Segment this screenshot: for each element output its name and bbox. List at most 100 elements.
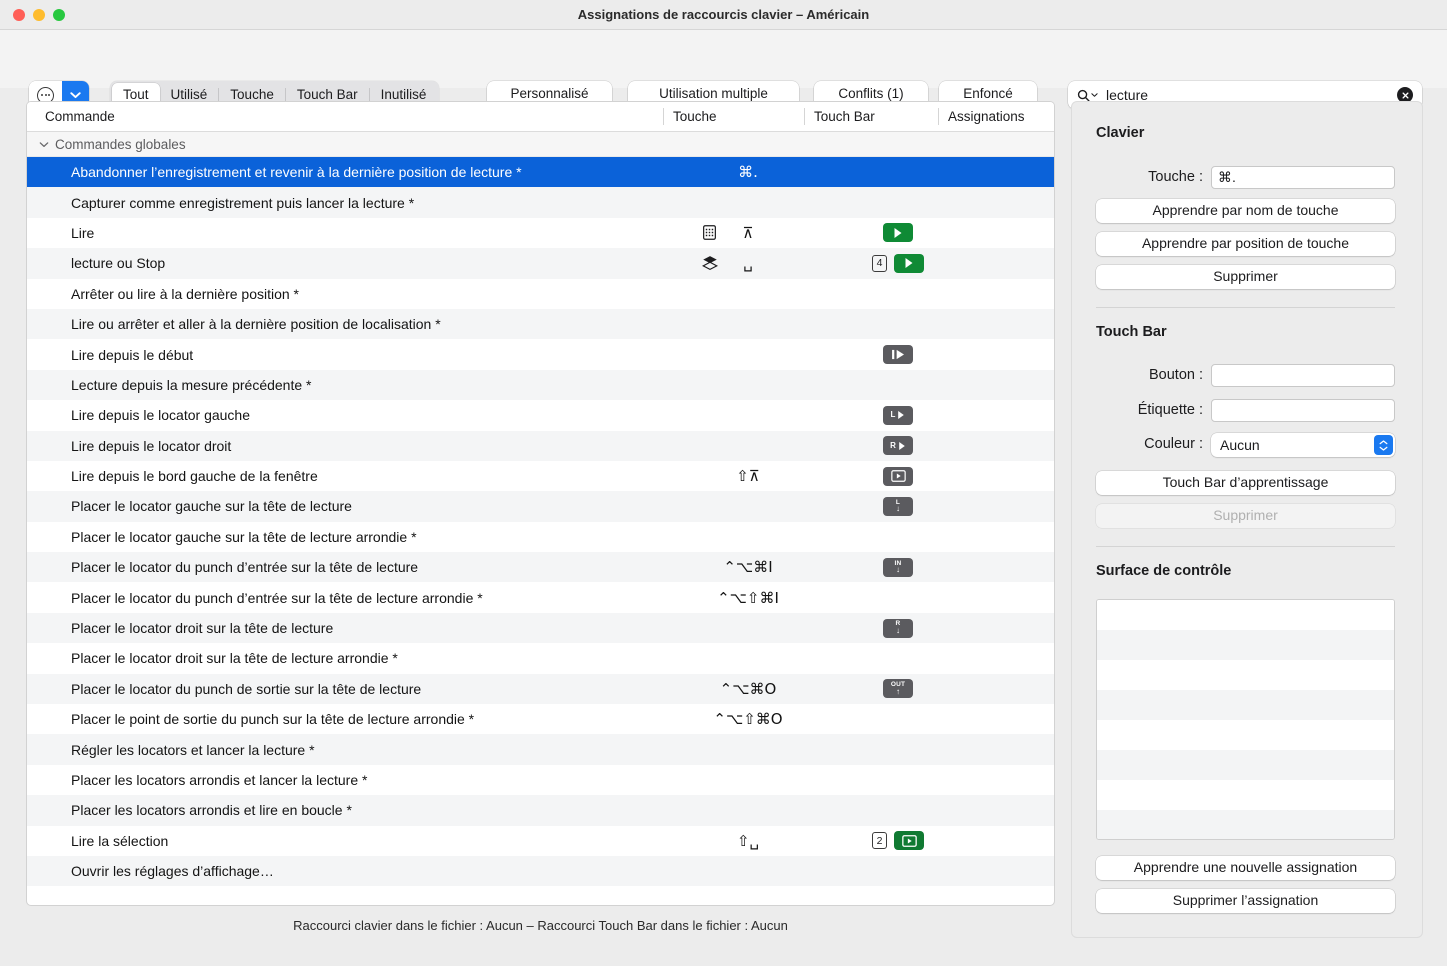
bouton-field[interactable] (1211, 364, 1395, 387)
table-row[interactable]: Lire ou arrêter et aller à la dernière p… (27, 309, 1054, 339)
label-etiquette: Étiquette : (1072, 402, 1203, 418)
row-touchbar-cell[interactable]: L↓ (831, 497, 965, 516)
row-touche-cell[interactable]: ⌃⌥⇧⌘I (664, 589, 832, 607)
row-touchbar-cell[interactable] (831, 467, 965, 486)
touche-field[interactable]: ⌘. (1211, 166, 1395, 189)
learn-touch-bar-button[interactable]: Touch Bar d’apprentissage (1096, 471, 1395, 495)
table-row[interactable]: Placer le locator gauche sur la tête de … (27, 522, 1054, 552)
control-surface-row[interactable] (1097, 780, 1394, 810)
column-header-commande[interactable]: Commande (45, 102, 115, 131)
table-row[interactable]: Placer le locator droit sur la tête de l… (27, 643, 1054, 673)
table-row[interactable]: Placer les locators arrondis et lancer l… (27, 765, 1054, 795)
touch-bar-chip[interactable]: R (883, 436, 913, 455)
row-command-label: Lire la sélection (71, 833, 168, 849)
row-command-label: Placer le locator gauche sur la tête de … (71, 498, 352, 514)
control-surface-row[interactable] (1097, 720, 1394, 750)
touch-bar-chip[interactable]: L↓ (883, 497, 913, 516)
table-row[interactable]: Placer le locator gauche sur la tête de … (27, 491, 1054, 521)
control-surface-row[interactable] (1097, 750, 1394, 780)
table-row[interactable]: Lire depuis le début (27, 339, 1054, 369)
table-row[interactable]: Arrêter ou lire à la dernière position * (27, 279, 1054, 309)
table-row[interactable]: Lecture depuis la mesure précédente * (27, 370, 1054, 400)
learn-by-key-position-button[interactable]: Apprendre par position de touche (1096, 232, 1395, 256)
row-command-label: Placer les locators arrondis et lancer l… (71, 772, 367, 788)
row-touche-cell[interactable]: ⌃⌥⇧⌘O (664, 710, 832, 728)
row-touche-cell[interactable]: ⌃⌥⌘I (664, 558, 832, 576)
learn-new-assignment-button[interactable]: Apprendre une nouvelle assignation (1096, 856, 1395, 880)
control-surface-row[interactable] (1097, 690, 1394, 720)
row-touche-cell[interactable]: ⌃⌥⌘O (664, 680, 832, 698)
table-row[interactable]: Capturer comme enregistrement puis lance… (27, 187, 1054, 217)
chevron-updown-icon[interactable] (1374, 435, 1393, 455)
column-divider[interactable] (804, 108, 805, 125)
row-command-label: Placer le locator du punch d’entrée sur … (71, 590, 483, 606)
column-divider[interactable] (663, 108, 664, 125)
touch-bar-chip[interactable]: IN↓ (883, 558, 913, 577)
touch-bar-chip[interactable] (883, 467, 913, 486)
column-header-assignations[interactable]: Assignations (948, 102, 1025, 131)
row-touchbar-cell[interactable]: IN↓ (831, 558, 965, 577)
couleur-popup-button[interactable]: Aucun (1211, 433, 1395, 457)
table-row[interactable]: Abandonner l’enregistrement et revenir à… (27, 157, 1054, 187)
table-row[interactable]: Placer le locator du punch d’entrée sur … (27, 552, 1054, 582)
shortcut-assignments-window: Assignations de raccourcis clavier – Amé… (0, 0, 1447, 966)
column-divider[interactable] (938, 108, 939, 125)
row-touche-cell[interactable]: ⇧␣ (664, 832, 832, 850)
control-surface-row[interactable] (1097, 660, 1394, 690)
green-window-play-chip[interactable] (894, 831, 924, 850)
control-surface-row[interactable] (1097, 810, 1394, 840)
touch-bar-chip[interactable]: R↓ (883, 619, 913, 638)
table-row[interactable]: lecture ou Stop ␣ 4 (27, 248, 1054, 278)
delete-assignment-button[interactable]: Supprimer l’assignation (1096, 889, 1395, 913)
table-row[interactable]: Placer le locator droit sur la tête de l… (27, 613, 1054, 643)
search-icon (1077, 89, 1098, 102)
row-command-label: Placer le locator du punch de sortie sur… (71, 681, 421, 697)
chevron-down-icon (1091, 92, 1098, 98)
column-header-touch-bar[interactable]: Touch Bar (814, 102, 875, 131)
green-play-chip[interactable] (883, 223, 913, 242)
row-touchbar-cell[interactable] (831, 223, 965, 242)
row-touchbar-cell[interactable]: 4 (831, 254, 965, 273)
row-command-label: lecture ou Stop (71, 255, 165, 271)
row-touchbar-cell[interactable]: L (831, 406, 965, 425)
touch-bar-chip[interactable]: L (883, 406, 913, 425)
row-touchbar-cell[interactable]: 2 (831, 831, 965, 850)
table-row[interactable]: Placer le point de sortie du punch sur l… (27, 704, 1054, 734)
group-label: Commandes globales (55, 132, 186, 157)
row-touchbar-cell[interactable] (831, 345, 965, 364)
table-row[interactable]: Ouvrir les réglages d’affichage… (27, 856, 1054, 886)
table-row[interactable]: Lire⊼ (27, 218, 1054, 248)
column-header-touche[interactable]: Touche (673, 102, 717, 131)
title-bar: Assignations de raccourcis clavier – Amé… (0, 0, 1447, 30)
assignment-count-badge: 4 (872, 255, 887, 272)
row-touche-cell[interactable]: ⌘. (664, 163, 832, 181)
control-surface-row[interactable] (1097, 600, 1394, 630)
row-touche-cell[interactable]: ⊼ (664, 224, 832, 242)
table-row[interactable]: Placer le locator du punch de sortie sur… (27, 674, 1054, 704)
table-row[interactable]: Lire la sélection ⇧␣2 (27, 826, 1054, 856)
table-row[interactable]: Lire depuis le locator droitR (27, 431, 1054, 461)
row-touchbar-cell[interactable]: OUT↑ (831, 679, 965, 698)
shortcuts-table: Commande Touche Touch Bar Assignations C… (26, 101, 1055, 906)
control-surface-row[interactable] (1097, 630, 1394, 660)
table-row[interactable]: Placer les locators arrondis et lire en … (27, 795, 1054, 825)
control-surface-list[interactable] (1096, 599, 1395, 840)
table-row[interactable]: Placer le locator du punch d’entrée sur … (27, 582, 1054, 612)
touch-bar-chip[interactable] (883, 345, 913, 364)
chevron-down-icon[interactable] (37, 141, 51, 148)
row-command-label: Lire ou arrêter et aller à la dernière p… (71, 316, 441, 332)
table-group-header[interactable]: Commandes globales (27, 132, 1054, 157)
row-command-label: Placer le locator droit sur la tête de l… (71, 620, 333, 636)
table-row[interactable]: Lire depuis le locator gaucheL (27, 400, 1054, 430)
row-touchbar-cell[interactable]: R↓ (831, 619, 965, 638)
learn-by-key-name-button[interactable]: Apprendre par nom de touche (1096, 199, 1395, 223)
table-row[interactable]: Régler les locators et lancer la lecture… (27, 734, 1054, 764)
table-row[interactable]: Lire depuis le bord gauche de la fenêtre… (27, 461, 1054, 491)
delete-keyboard-shortcut-button[interactable]: Supprimer (1096, 265, 1395, 289)
row-touche-cell[interactable]: ␣ (664, 254, 832, 272)
touch-bar-chip[interactable]: OUT↑ (883, 679, 913, 698)
row-touchbar-cell[interactable]: R (831, 436, 965, 455)
etiquette-field[interactable] (1211, 399, 1395, 422)
green-play-chip[interactable] (894, 254, 924, 273)
row-touche-cell[interactable]: ⇧⊼ (664, 467, 832, 485)
